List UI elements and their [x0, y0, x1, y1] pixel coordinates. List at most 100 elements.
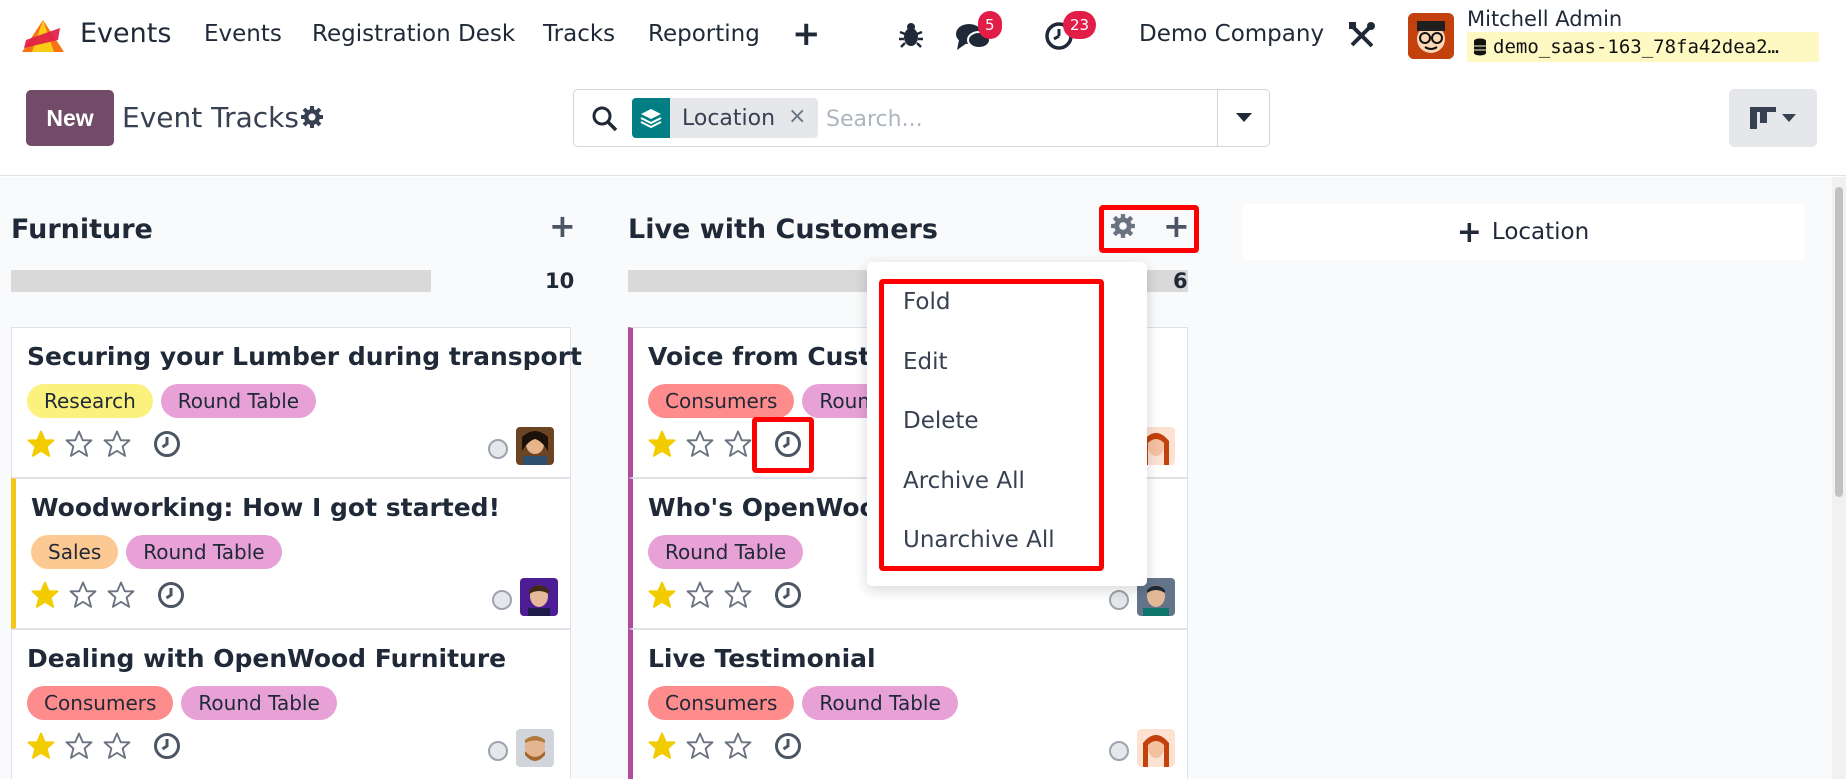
- priority-stars: [26, 731, 132, 761]
- kanban-state-dot[interactable]: [488, 439, 508, 459]
- activity-clock-icon[interactable]: [152, 429, 182, 459]
- caret-down-icon: [1782, 113, 1796, 122]
- activity-clock-icon[interactable]: [773, 731, 803, 761]
- activity-clock-icon[interactable]: [156, 580, 186, 610]
- tag-round-table: Round Table: [648, 535, 804, 569]
- column-settings-menu: Fold Edit Delete Archive All Unarchive A…: [867, 262, 1147, 586]
- gear-icon[interactable]: [300, 105, 324, 129]
- star-empty-icon[interactable]: [685, 429, 715, 459]
- column-count: 10: [545, 269, 575, 293]
- kanban-view-button[interactable]: [1729, 89, 1817, 147]
- kanban-state-dot[interactable]: [1109, 741, 1129, 761]
- kanban-view-icon: [1750, 107, 1776, 129]
- location-group-facet: Location ×: [632, 98, 818, 138]
- menu-add-plus-icon[interactable]: +: [792, 14, 821, 54]
- facet-remove-icon[interactable]: ×: [788, 104, 806, 129]
- star-empty-icon[interactable]: [685, 731, 715, 761]
- card-title: Live Testimonial: [648, 644, 876, 673]
- tag-round-table: Round Table: [802, 686, 958, 720]
- database-name: demo_saas-163_78fa42dea2…: [1493, 36, 1779, 58]
- column-title-live-with-customers[interactable]: Live with Customers: [628, 214, 938, 245]
- layers-icon: [632, 98, 670, 138]
- tag-consumers: Consumers: [27, 686, 174, 720]
- search-input[interactable]: [826, 102, 1206, 136]
- menu-item-archive-all[interactable]: Archive All: [903, 468, 1025, 494]
- speaker-avatar[interactable]: [1137, 729, 1175, 767]
- priority-stars: [26, 429, 132, 459]
- kanban-card[interactable]: Dealing with OpenWood Furniture Consumer…: [11, 629, 571, 779]
- card-title: Securing your Lumber during transport: [27, 342, 583, 371]
- company-switcher[interactable]: Demo Company: [1139, 21, 1324, 47]
- speaker-avatar[interactable]: [516, 729, 554, 767]
- tag-round-table: Round Table: [181, 686, 337, 720]
- priority-stars: [647, 731, 753, 761]
- kanban-state-dot[interactable]: [492, 590, 512, 610]
- activity-clock-icon[interactable]: [773, 429, 803, 459]
- priority-stars: [647, 429, 753, 459]
- star-empty-icon[interactable]: [106, 580, 136, 610]
- app-name[interactable]: Events: [80, 18, 171, 49]
- kanban-scrollbar[interactable]: [1832, 177, 1846, 779]
- activity-clock-icon[interactable]: [152, 731, 182, 761]
- column-progress-bar[interactable]: [11, 270, 431, 292]
- menu-item-unarchive-all[interactable]: Unarchive All: [903, 527, 1055, 553]
- menu-events[interactable]: Events: [204, 21, 282, 47]
- add-location-column-button[interactable]: + Location: [1242, 204, 1804, 260]
- facet-label: Location: [682, 106, 776, 131]
- column-count: 6: [1173, 269, 1188, 293]
- menu-item-fold[interactable]: Fold: [903, 289, 950, 315]
- menu-reporting[interactable]: Reporting: [648, 21, 760, 47]
- column-title-furniture[interactable]: Furniture: [11, 214, 153, 245]
- kanban-card[interactable]: Live Testimonial Consumers Round Table: [628, 629, 1188, 779]
- menu-tracks[interactable]: Tracks: [543, 21, 615, 47]
- star-filled-icon[interactable]: [26, 429, 56, 459]
- star-empty-icon[interactable]: [102, 731, 132, 761]
- user-name[interactable]: Mitchell Admin: [1467, 7, 1622, 31]
- menu-item-edit[interactable]: Edit: [903, 349, 948, 375]
- card-title: Dealing with OpenWood Furniture: [27, 644, 507, 673]
- star-filled-icon[interactable]: [647, 731, 677, 761]
- kanban-state-dot[interactable]: [1109, 590, 1129, 610]
- star-empty-icon[interactable]: [68, 580, 98, 610]
- star-empty-icon[interactable]: [685, 580, 715, 610]
- card-title: Who's OpenWood: [648, 493, 895, 522]
- tag-round-table: Round Table: [160, 384, 317, 418]
- speaker-avatar[interactable]: [520, 578, 558, 616]
- column-quick-create-plus-icon[interactable]: +: [549, 207, 576, 245]
- star-empty-icon[interactable]: [723, 731, 753, 761]
- priority-stars: [647, 580, 753, 610]
- star-empty-icon[interactable]: [64, 731, 94, 761]
- database-icon: [1474, 38, 1486, 56]
- star-empty-icon[interactable]: [723, 580, 753, 610]
- tag-research: Research: [27, 384, 153, 418]
- star-empty-icon[interactable]: [723, 429, 753, 459]
- tag-round-table: Round Table: [126, 535, 282, 569]
- scrollbar-thumb[interactable]: [1835, 187, 1843, 497]
- star-filled-icon[interactable]: [30, 580, 60, 610]
- activity-clock-icon[interactable]: [773, 580, 803, 610]
- menu-item-delete[interactable]: Delete: [903, 408, 979, 434]
- column-quick-create-plus-icon[interactable]: +: [1163, 207, 1190, 245]
- search-options-toggle[interactable]: [1217, 90, 1270, 146]
- menu-registration-desk[interactable]: Registration Desk: [312, 21, 515, 47]
- priority-stars: [30, 580, 136, 610]
- user-avatar[interactable]: [1408, 13, 1454, 59]
- plus-icon: +: [1456, 214, 1482, 250]
- search-icon[interactable]: [592, 106, 618, 132]
- kanban-card[interactable]: Woodworking: How I got started! Sales Ro…: [11, 478, 571, 629]
- column-settings-gear-icon[interactable]: [1110, 213, 1136, 239]
- control-panel: New Event Tracks Location ×: [0, 72, 1846, 176]
- kanban-card[interactable]: Securing your Lumber during transport Re…: [11, 327, 582, 478]
- speaker-avatar[interactable]: [516, 427, 554, 465]
- star-filled-icon[interactable]: [647, 580, 677, 610]
- star-filled-icon[interactable]: [26, 731, 56, 761]
- debug-bug-icon[interactable]: [898, 20, 924, 50]
- new-button[interactable]: New: [26, 90, 114, 146]
- kanban-state-dot[interactable]: [488, 741, 508, 761]
- settings-tools-icon[interactable]: [1347, 20, 1377, 50]
- star-empty-icon[interactable]: [102, 429, 132, 459]
- events-app-icon[interactable]: [20, 18, 66, 54]
- star-filled-icon[interactable]: [647, 429, 677, 459]
- star-empty-icon[interactable]: [64, 429, 94, 459]
- tag-sales: Sales: [31, 535, 119, 569]
